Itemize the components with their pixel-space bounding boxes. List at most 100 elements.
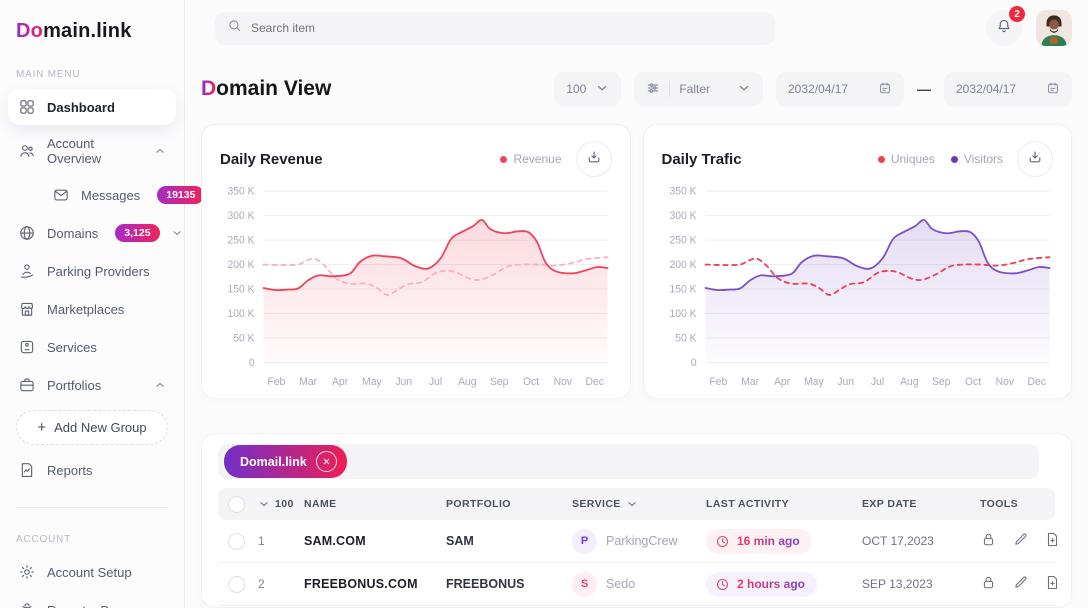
domain-name-cell[interactable]: FREEBONUS.COM bbox=[304, 577, 446, 591]
sidebar-item-dashboard[interactable]: Dashboard bbox=[8, 89, 176, 125]
service-header-label: SERVICE bbox=[572, 498, 621, 510]
daily-revenue-chart: 350 K300 K250 K200 K150 K100 K50 K0FebMa… bbox=[220, 185, 612, 389]
tools-cell bbox=[980, 574, 1072, 594]
date-from-input[interactable]: 2032/04/17 bbox=[776, 72, 904, 106]
svg-text:Nov: Nov bbox=[995, 376, 1014, 388]
activity-text: 2 hours ago bbox=[737, 577, 805, 591]
sidebar-item-report-a-bug[interactable]: Report a Bug bbox=[8, 592, 176, 608]
add-new-group-button[interactable]: +Add New Group bbox=[16, 410, 168, 445]
date-to-input[interactable]: 2032/04/17 bbox=[944, 72, 1072, 106]
topbar: 2 bbox=[201, 0, 1072, 56]
sidebar-nav-main: Dashboard Account OverviewMessages19135Do… bbox=[0, 88, 184, 489]
search-input[interactable] bbox=[251, 21, 763, 35]
file-plus-tool-button[interactable] bbox=[1044, 531, 1061, 551]
store-icon bbox=[18, 300, 36, 318]
clock-icon bbox=[715, 534, 730, 549]
sidebar-item-label: Account Setup bbox=[47, 565, 132, 580]
report-icon bbox=[18, 461, 36, 479]
sidebar-item-reports[interactable]: Reports bbox=[8, 452, 176, 488]
download-button[interactable] bbox=[576, 141, 612, 177]
file-plus-tool-button[interactable] bbox=[1044, 574, 1061, 594]
svg-text:May: May bbox=[804, 376, 824, 388]
lock-tool-button[interactable] bbox=[980, 531, 997, 551]
app: Domain.link MAIN MENU DashboardAccount O… bbox=[0, 0, 1088, 608]
svg-text:Jul: Jul bbox=[870, 376, 883, 388]
select-all-checkbox[interactable] bbox=[228, 496, 245, 513]
tools-cell bbox=[980, 531, 1072, 551]
sidebar-item-parking-providers[interactable]: Parking Providers bbox=[8, 253, 176, 289]
clock-icon bbox=[715, 577, 730, 592]
sidebar-item-label: Dashboard bbox=[47, 100, 115, 115]
sidebar-item-services[interactable]: Services bbox=[8, 329, 176, 365]
page-size-select[interactable]: 100 bbox=[554, 72, 621, 106]
activity-text: 16 min ago bbox=[737, 534, 800, 548]
svg-text:Jul: Jul bbox=[429, 376, 442, 388]
service-name: Sedo bbox=[606, 577, 635, 591]
close-icon bbox=[322, 455, 331, 469]
chevron-up-icon bbox=[154, 145, 166, 157]
download-button[interactable] bbox=[1017, 141, 1053, 177]
svg-text:Apr: Apr bbox=[332, 376, 349, 388]
logo[interactable]: Domain.link bbox=[0, 16, 184, 43]
svg-text:100 K: 100 K bbox=[669, 308, 696, 320]
sort-count-header[interactable]: 100 bbox=[258, 498, 304, 510]
sidebar-item-messages[interactable]: Messages19135 bbox=[42, 177, 176, 213]
row-checkbox[interactable] bbox=[228, 576, 245, 593]
pencil-tool-button[interactable] bbox=[1012, 574, 1029, 594]
row-number: 2 bbox=[258, 577, 304, 591]
svg-text:200 K: 200 K bbox=[228, 259, 255, 271]
legend-dot bbox=[500, 156, 507, 163]
exp-date-column-header: EXP DATE bbox=[862, 498, 980, 510]
svg-text:100 K: 100 K bbox=[228, 308, 255, 320]
avatar-illustration bbox=[1036, 10, 1072, 46]
svg-text:300 K: 300 K bbox=[669, 210, 696, 222]
svg-text:Dec: Dec bbox=[585, 376, 603, 388]
notifications-button[interactable]: 2 bbox=[986, 10, 1022, 46]
search-box[interactable] bbox=[215, 12, 775, 45]
bug-icon bbox=[18, 601, 36, 608]
file-plus-icon bbox=[1044, 531, 1061, 551]
row-number: 1 bbox=[258, 534, 304, 548]
row-count: 100 bbox=[275, 498, 294, 510]
sidebar-item-domains[interactable]: Domains3,125 bbox=[8, 215, 176, 251]
name-column-header: NAME bbox=[304, 498, 446, 510]
charts-row: Daily Revenue Revenue 350 K300 K250 K200… bbox=[201, 124, 1072, 399]
parking-icon bbox=[18, 262, 36, 280]
exp-date-cell: SEP 13,2023 bbox=[862, 577, 980, 591]
service-cell: SSedo bbox=[572, 572, 706, 597]
row-checkbox[interactable] bbox=[228, 533, 245, 550]
lock-icon bbox=[980, 531, 997, 551]
chart-head: Daily Trafic UniquesVisitors bbox=[662, 141, 1054, 177]
last-activity-column-header: LAST ACTIVITY bbox=[706, 498, 862, 510]
file-plus-icon bbox=[1044, 574, 1061, 594]
filter-chip[interactable]: Domail.link bbox=[224, 445, 347, 478]
avatar[interactable] bbox=[1036, 10, 1072, 46]
grid-icon bbox=[18, 98, 36, 116]
chart-legend: Revenue bbox=[500, 152, 561, 166]
service-column-header[interactable]: SERVICE bbox=[572, 498, 706, 510]
pencil-tool-button[interactable] bbox=[1012, 531, 1029, 551]
sidebar-item-label: Parking Providers bbox=[47, 264, 150, 279]
account-section-label: ACCOUNT bbox=[0, 534, 184, 545]
sidebar-item-account-overview[interactable]: Account Overview bbox=[8, 127, 176, 175]
sidebar-item-marketplaces[interactable]: Marketplaces bbox=[8, 291, 176, 327]
lock-tool-button[interactable] bbox=[980, 574, 997, 594]
gear-icon bbox=[18, 563, 36, 581]
table-row: 2FREEBONUS.COMFREEBONUSSSedo2 hours agoS… bbox=[218, 563, 1055, 606]
svg-text:Nov: Nov bbox=[554, 376, 573, 388]
svg-text:Dec: Dec bbox=[1027, 376, 1045, 388]
legend-label: Uniques bbox=[891, 152, 935, 166]
svg-text:150 K: 150 K bbox=[669, 283, 696, 295]
filter-select[interactable]: Falter bbox=[634, 72, 763, 106]
tools-column-header: TOOLS bbox=[980, 498, 1049, 510]
page-title-rest-text: omain View bbox=[216, 77, 331, 100]
filter-chip-label: Domail.link bbox=[240, 455, 307, 469]
sidebar-item-portfolios[interactable]: Portfolios bbox=[8, 367, 176, 403]
chip-close-button[interactable] bbox=[316, 451, 337, 472]
domain-name-cell[interactable]: SAM.COM bbox=[304, 534, 446, 548]
chevron-down-icon bbox=[595, 81, 609, 98]
sidebar-item-account-setup[interactable]: Account Setup bbox=[8, 554, 176, 590]
sliders-icon bbox=[646, 81, 660, 98]
logo-gradient-text: Do bbox=[16, 20, 43, 42]
portfolio-column-header: PORTFOLIO bbox=[446, 498, 572, 510]
